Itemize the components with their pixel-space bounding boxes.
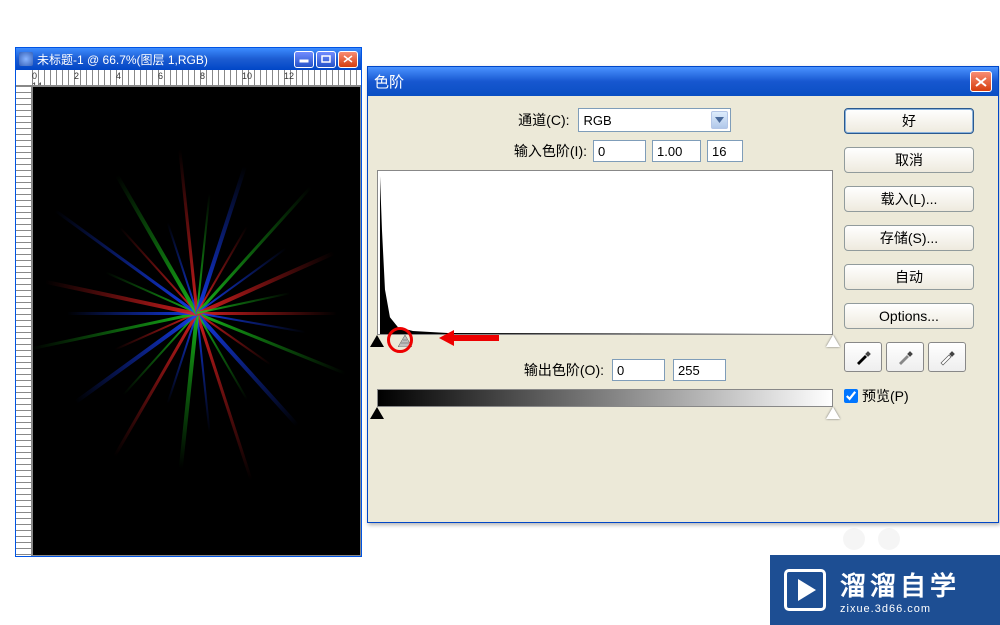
output-black-field[interactable]: 0 [612,359,665,381]
starburst-ray [196,312,345,375]
canvas[interactable] [32,86,361,556]
eyedropper-white-icon[interactable] [928,342,966,372]
maximize-button[interactable] [316,51,336,68]
save-button[interactable]: 存储(S)... [844,225,974,251]
input-levels-slider[interactable] [377,335,833,349]
app-icon [19,52,33,66]
output-gradient [377,389,833,407]
preview-checkbox[interactable]: ✔ 预览(P) [844,386,984,406]
decorative-circle [843,528,865,550]
starburst-ray [195,312,298,426]
watermark-url: zixue.3d66.com [840,603,960,615]
cancel-button[interactable]: 取消 [844,147,974,173]
starburst-ray [67,312,197,315]
document-titlebar[interactable]: 未标题-1 @ 66.7%(图层 1,RGB) [16,48,361,70]
watermark-title: 溜溜自学 [840,566,960,603]
auto-button[interactable]: 自动 [844,264,974,290]
play-icon [784,569,826,611]
minimize-button[interactable] [294,51,314,68]
input-gamma-field[interactable]: 1.00 [652,140,701,162]
eyedropper-black-icon[interactable] [844,342,882,372]
chevron-down-icon[interactable] [711,111,728,129]
options-button[interactable]: Options... [844,303,974,329]
black-point-slider[interactable] [370,335,384,347]
channel-label: 通道(C): [480,110,570,130]
dialog-titlebar[interactable]: 色阶 [368,67,998,96]
decorative-circle [878,528,900,550]
input-black-field[interactable]: 0 [593,140,646,162]
levels-dialog: 色阶 通道(C): RGB 输入色阶(I): 0 1.00 [367,66,999,523]
starburst-ray [195,186,311,314]
close-button[interactable] [338,51,358,68]
preview-label: 预览(P) [862,386,909,406]
input-levels-label: 输入色阶(I): [467,141,587,161]
dialog-title: 色阶 [374,71,404,92]
starburst-ray [197,312,337,315]
ruler-vertical [16,86,32,556]
channel-value: RGB [584,113,612,128]
eyedropper-gray-icon[interactable] [886,342,924,372]
ok-button[interactable]: 好 [844,108,974,134]
preview-checkbox-input[interactable] [844,389,858,403]
output-levels-slider[interactable] [377,407,833,421]
output-white-slider[interactable] [826,407,840,419]
histogram [377,170,833,335]
close-button[interactable] [970,71,992,92]
output-black-slider[interactable] [370,407,384,419]
channel-combobox[interactable]: RGB [578,108,731,132]
document-window: 未标题-1 @ 66.7%(图层 1,RGB) 02468101214 [15,47,362,557]
ruler-horizontal: 02468101214 [16,70,361,86]
gray-point-slider[interactable] [398,335,412,347]
white-point-slider[interactable] [826,335,840,347]
watermark-badge: 溜溜自学 zixue.3d66.com [770,555,1000,625]
output-levels-label: 输出色阶(O): [484,360,604,380]
input-white-field[interactable]: 16 [707,140,743,162]
document-title: 未标题-1 @ 66.7%(图层 1,RGB) [37,51,208,68]
output-white-field[interactable]: 255 [673,359,726,381]
load-button[interactable]: 载入(L)... [844,186,974,212]
